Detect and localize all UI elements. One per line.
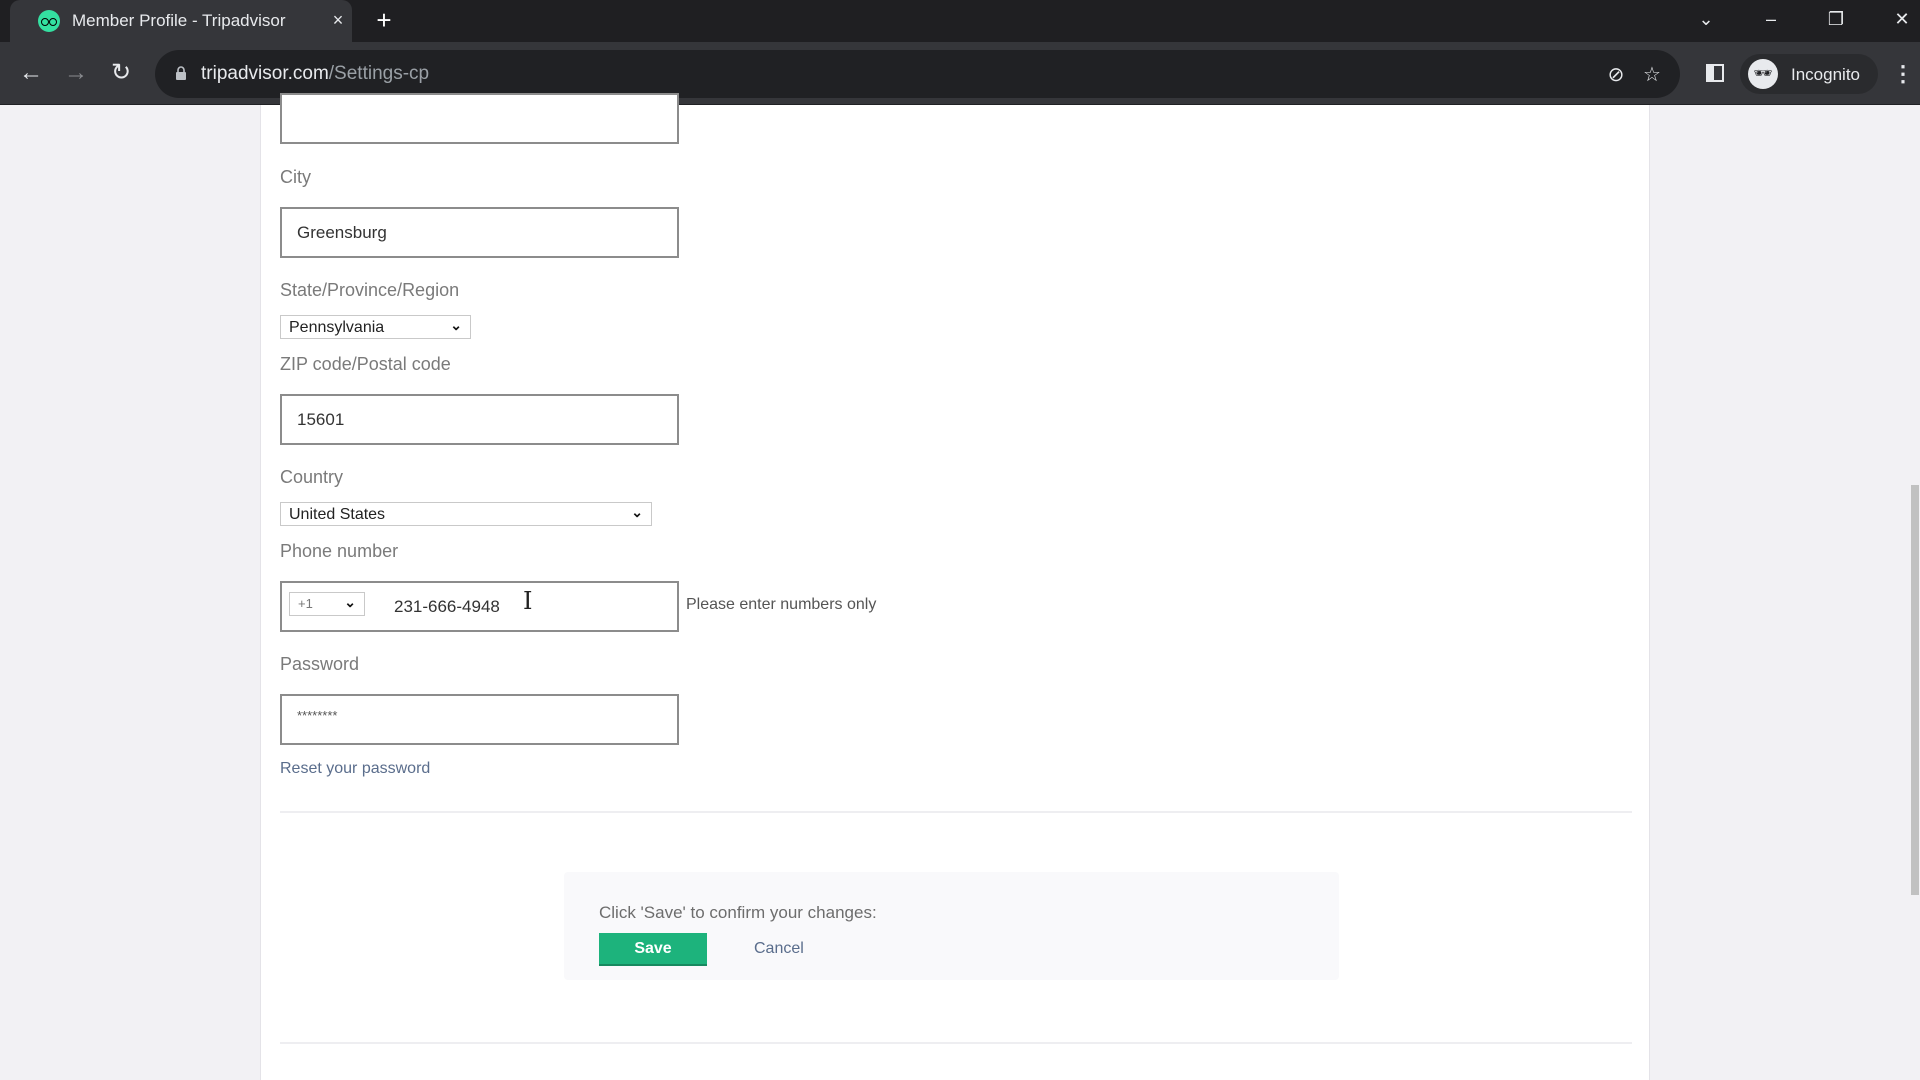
browser-menu-icon[interactable]: ⋮	[1892, 58, 1914, 90]
settings-form-panel: City Greensburg State/Province/Region Pe…	[260, 93, 1650, 1080]
save-confirm-box: Click 'Save' to confirm your changes: Sa…	[564, 872, 1339, 980]
zip-label: ZIP code/Postal code	[280, 354, 451, 374]
tripadvisor-favicon-icon	[38, 10, 60, 32]
password-value: ********	[297, 708, 338, 723]
address-line-input[interactable]	[280, 93, 679, 144]
tab-title: Member Profile - Tripadvisor	[72, 11, 286, 30]
scrollbar-thumb[interactable]	[1911, 485, 1919, 895]
zip-value: 15601	[297, 410, 345, 429]
minimize-icon[interactable]: –	[1753, 4, 1789, 34]
side-panel-icon[interactable]	[1706, 64, 1724, 82]
phone-input[interactable]: +1 ⌄ 231-666-4948	[280, 581, 679, 632]
password-label: Password	[280, 654, 360, 674]
browser-tab[interactable]: Member Profile - Tripadvisor ×	[10, 0, 352, 42]
lock-icon	[176, 66, 186, 80]
phone-value: 231-666-4948	[394, 597, 500, 616]
page-scrollbar[interactable]	[1906, 105, 1920, 1080]
country-select[interactable]: United States ⌄	[280, 502, 652, 526]
incognito-icon: 🕶	[1748, 59, 1778, 89]
confirm-message: Click 'Save' to confirm your changes:	[599, 903, 877, 922]
country-code-value: +1	[298, 596, 313, 611]
incognito-profile-button[interactable]: 🕶 Incognito	[1740, 54, 1878, 94]
state-value: Pennsylvania	[289, 319, 385, 336]
bookmark-star-icon[interactable]: ☆	[1639, 62, 1665, 88]
text-cursor-icon: I	[523, 587, 533, 615]
tab-strip: Member Profile - Tripadvisor × + ⌄ – ❐ ✕	[0, 0, 1920, 42]
url-domain: tripadvisor.com	[201, 63, 329, 84]
new-tab-button[interactable]: +	[370, 6, 398, 34]
forward-icon[interactable]: →	[59, 56, 93, 90]
state-select[interactable]: Pennsylvania ⌄	[280, 315, 471, 339]
country-value: United States	[289, 506, 386, 523]
phone-label: Phone number	[280, 541, 399, 561]
reset-password-link[interactable]: Reset your password	[280, 760, 430, 778]
country-label: Country	[280, 467, 344, 487]
state-label: State/Province/Region	[280, 280, 460, 300]
save-button[interactable]: Save	[599, 933, 707, 966]
section-divider	[280, 1042, 1632, 1044]
password-input[interactable]: ********	[280, 694, 679, 745]
incognito-label: Incognito	[1791, 65, 1860, 84]
section-divider	[280, 811, 1632, 813]
back-icon[interactable]: ←	[14, 56, 48, 90]
tab-search-icon[interactable]: ⌄	[1688, 4, 1724, 34]
eye-off-icon[interactable]: ⊘	[1603, 62, 1629, 88]
reload-icon[interactable]: ↻	[104, 56, 138, 90]
tab-close-icon[interactable]: ×	[326, 8, 350, 32]
chevron-down-icon: ⌄	[450, 317, 462, 333]
page-viewport: City Greensburg State/Province/Region Pe…	[0, 93, 1920, 1080]
cancel-button[interactable]: Cancel	[754, 940, 804, 958]
zip-input[interactable]: 15601	[280, 394, 679, 445]
url-text: tripadvisor.com/Settings-cp	[201, 63, 429, 85]
country-code-select[interactable]: +1 ⌄	[289, 592, 365, 616]
chevron-down-icon: ⌄	[344, 594, 356, 610]
city-value: Greensburg	[297, 223, 387, 242]
url-path: /Settings-cp	[328, 63, 430, 84]
chevron-down-icon: ⌄	[631, 504, 643, 520]
city-input[interactable]: Greensburg	[280, 207, 679, 258]
address-bar[interactable]: tripadvisor.com/Settings-cp ⊘ ☆	[155, 50, 1680, 98]
city-label: City	[280, 167, 311, 187]
restore-icon[interactable]: ❐	[1818, 4, 1854, 34]
phone-hint: Please enter numbers only	[686, 596, 877, 613]
window-close-icon[interactable]: ✕	[1884, 4, 1920, 34]
